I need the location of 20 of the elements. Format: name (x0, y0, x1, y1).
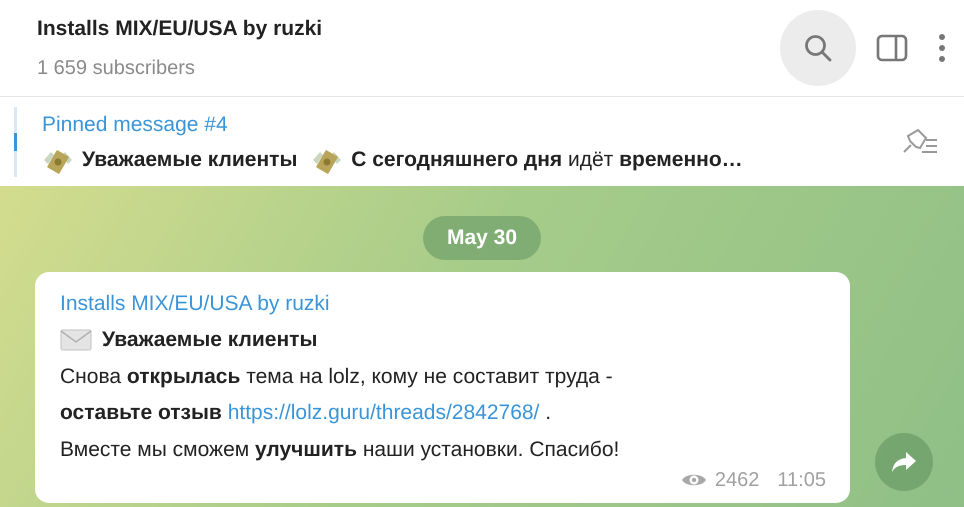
pinned-text: С сегодняшнего дня идёт временно… (351, 147, 743, 173)
message-text: Снова открылась тема на lolz, кому не составит труда - (60, 364, 613, 390)
message-heading: Уважаемые клиенты (102, 327, 318, 353)
share-icon (891, 451, 917, 473)
more-options-icon[interactable] (938, 33, 946, 63)
view-count: 2462 (714, 468, 760, 493)
message-text: оставьте отзыв https://lolz.guru/threads/2842768/ . (60, 400, 552, 426)
pinned-message-bar[interactable]: Pinned message #4 Уважаемые клиенты С сегодняшнего дня идёт временно… (0, 98, 964, 186)
message-time: 11:05 (777, 468, 826, 493)
sidebar-toggle-icon[interactable] (876, 34, 908, 62)
pinned-label: Pinned message #4 (42, 112, 228, 138)
subscriber-count: 1 659 subscribers (37, 56, 195, 81)
envelope-icon (60, 328, 92, 352)
message-author[interactable]: Installs MIX/EU/USA by ruzki (60, 288, 330, 319)
message-text: Вместе мы сможем улучшить наши установки. Спасибо! (60, 436, 620, 462)
thread-link[interactable]: https://lolz.guru/threads/2842768/ (228, 401, 540, 424)
date-badge: May 30 (422, 216, 542, 260)
search-icon (803, 33, 833, 63)
channel-title: Installs MIX/EU/USA by ruzki (37, 16, 322, 42)
pinned-text: Уважаемые клиенты (82, 147, 298, 173)
